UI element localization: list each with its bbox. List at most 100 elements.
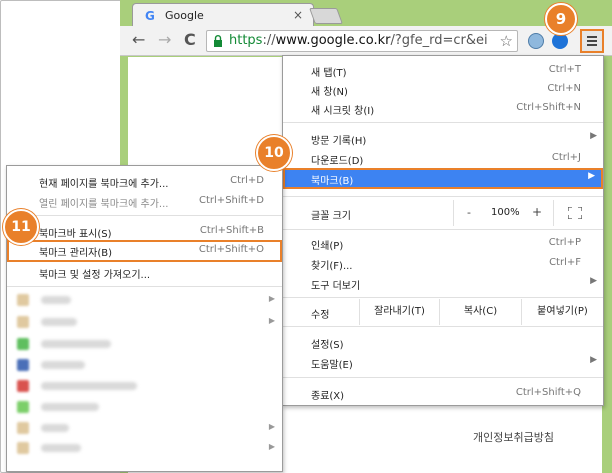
hamburger-line xyxy=(587,40,597,42)
folder-icon xyxy=(17,442,29,454)
hamburger-line xyxy=(587,36,597,38)
menu-item-label: 현재 페이지를 북마크에 추가... xyxy=(39,179,169,190)
site-favicon-icon xyxy=(17,380,29,392)
chrome-menu-button[interactable] xyxy=(580,29,604,53)
menu-item-shortcut: Ctrl+P xyxy=(548,237,581,248)
menu-item-label: 도움말(E) xyxy=(311,360,353,371)
blurred-text xyxy=(41,361,85,369)
menu-item-show-bookmark-bar[interactable]: 북마크바 표시(S) Ctrl+Shift+B xyxy=(7,221,282,241)
menu-divider xyxy=(553,200,554,226)
submenu-arrow-icon: ▶ xyxy=(268,422,275,431)
menu-item-import-bookmarks[interactable]: 북마크 및 설정 가져오기... xyxy=(7,262,282,282)
reload-icon[interactable]: C xyxy=(184,32,196,48)
menu-item-shortcut: Ctrl+F xyxy=(549,257,581,268)
menu-item-shortcut: Ctrl+Shift+N xyxy=(516,102,581,113)
edit-label: 수정 xyxy=(311,310,330,321)
menu-item-label: 찾기(F)... xyxy=(311,261,353,272)
menu-item-help[interactable]: 도움말(E) ▶ xyxy=(283,352,603,372)
forward-arrow-icon[interactable]: → xyxy=(158,32,171,48)
menu-separator xyxy=(283,196,603,197)
copy-button[interactable]: 복사(C) xyxy=(439,299,521,325)
back-arrow-icon[interactable]: ← xyxy=(132,32,145,48)
menu-item-settings[interactable]: 설정(S) xyxy=(283,332,603,352)
menu-item-print[interactable]: 인쇄(P) Ctrl+P xyxy=(283,233,603,253)
zoom-out-button[interactable]: - xyxy=(467,206,471,219)
blurred-bookmark-item[interactable]: ▶ xyxy=(13,442,275,454)
blurred-text xyxy=(41,403,99,411)
url-separator: :// xyxy=(262,33,276,48)
menu-separator xyxy=(283,122,603,123)
url-path: /?gfe_rd=cr&ei xyxy=(390,33,488,48)
menu-item-bookmarks[interactable]: 북마크(B) ▶ xyxy=(283,168,603,189)
blurred-bookmark-item[interactable] xyxy=(13,359,275,371)
menu-item-label: 종료(X) xyxy=(311,391,345,402)
menu-item-exit[interactable]: 종료(X) Ctrl+Shift+Q xyxy=(283,383,603,403)
blurred-text xyxy=(41,296,71,304)
menu-item-new-window[interactable]: 새 창(N) Ctrl+N xyxy=(283,79,603,99)
blurred-bookmark-item[interactable] xyxy=(13,338,275,350)
submenu-arrow-icon: ▶ xyxy=(590,131,597,141)
menu-item-bookmark-manager[interactable]: 북마크 관리자(B) Ctrl+Shift+O xyxy=(7,240,282,262)
menu-separator xyxy=(283,297,603,298)
chrome-menu: 새 탭(T) Ctrl+T 새 창(N) Ctrl+N 새 시크릿 창(I) C… xyxy=(282,55,604,406)
step-9-badge: 9 xyxy=(545,3,577,35)
menu-item-bookmark-open-pages[interactable]: 열린 페이지를 북마크에 추가... Ctrl+Shift+D xyxy=(7,191,282,211)
submenu-arrow-icon: ▶ xyxy=(590,355,597,365)
site-favicon-icon xyxy=(17,338,29,350)
paste-button[interactable]: 붙여넣기(P) xyxy=(521,299,603,325)
close-tab-icon[interactable]: × xyxy=(293,8,303,22)
blurred-bookmark-item[interactable]: ▶ xyxy=(13,294,275,306)
download-extension-icon[interactable] xyxy=(552,33,568,49)
menu-item-history[interactable]: 방문 기록(H) ▶ xyxy=(283,128,603,148)
blurred-bookmark-item[interactable]: ▶ xyxy=(13,422,275,434)
blurred-text xyxy=(41,340,111,348)
zoom-level: 100% xyxy=(491,207,520,218)
zoom-in-button[interactable]: + xyxy=(532,205,542,219)
blurred-bookmark-item[interactable]: ▶ xyxy=(13,316,275,328)
url-scheme: https xyxy=(229,33,263,48)
menu-item-label: 북마크(B) xyxy=(311,176,354,187)
menu-item-bookmark-page[interactable]: 현재 페이지를 북마크에 추가... Ctrl+D xyxy=(7,171,282,191)
menu-item-shortcut: Ctrl+J xyxy=(551,152,581,163)
menu-item-more-tools[interactable]: 도구 더보기 ▶ xyxy=(283,273,603,293)
menu-separator xyxy=(7,286,282,287)
menu-item-label: 다운로드(D) xyxy=(311,156,364,167)
menu-item-label: 새 창(N) xyxy=(311,87,348,98)
menu-item-shortcut: Ctrl+N xyxy=(547,83,581,94)
blurred-text xyxy=(41,424,69,432)
blurred-bookmark-item[interactable] xyxy=(13,401,275,413)
site-favicon-icon xyxy=(17,359,29,371)
extension-icon[interactable] xyxy=(528,33,544,49)
menu-item-label: 인쇄(P) xyxy=(311,241,344,252)
blurred-bookmark-item[interactable] xyxy=(13,380,275,392)
blurred-text xyxy=(41,382,137,390)
menu-item-label: 새 탭(T) xyxy=(311,68,347,79)
new-tab-button[interactable] xyxy=(309,8,343,24)
cut-button[interactable]: 잘라내기(T) xyxy=(359,299,439,325)
menu-item-downloads[interactable]: 다운로드(D) Ctrl+J xyxy=(283,148,603,168)
url-host: www.google.co.kr xyxy=(275,33,391,48)
menu-item-find[interactable]: 찾기(F)... Ctrl+F xyxy=(283,253,603,273)
menu-divider xyxy=(453,200,454,226)
menu-item-shortcut: Ctrl+D xyxy=(230,175,264,186)
tab-google[interactable]: G Google × xyxy=(132,3,314,26)
menu-item-label: 설정(S) xyxy=(311,340,344,351)
menu-item-label: 북마크 및 설정 가져오기... xyxy=(39,270,151,281)
step-10-badge: 10 xyxy=(256,135,292,171)
fullscreen-icon[interactable] xyxy=(568,207,582,219)
menu-item-incognito[interactable]: 새 시크릿 창(I) Ctrl+Shift+N xyxy=(283,98,603,118)
privacy-link[interactable]: 개인정보취급방침 xyxy=(473,429,554,445)
toolbar: ← → C https://www.google.co.kr/?gfe_rd=c… xyxy=(120,26,612,56)
address-bar[interactable]: https://www.google.co.kr/?gfe_rd=cr&ei ☆ xyxy=(206,30,518,52)
submenu-arrow-icon: ▶ xyxy=(588,171,595,181)
menu-item-new-tab[interactable]: 새 탭(T) Ctrl+T xyxy=(283,60,603,80)
bookmark-star-icon[interactable]: ☆ xyxy=(500,32,513,50)
tab-strip: G Google × xyxy=(120,0,612,26)
menu-item-label: 열린 페이지를 북마크에 추가... xyxy=(39,199,169,210)
folder-icon xyxy=(17,316,29,328)
menu-item-label: 북마크바 표시(S) xyxy=(39,229,112,240)
menu-item-shortcut: Ctrl+Shift+D xyxy=(199,195,264,206)
bookmarks-submenu: 현재 페이지를 북마크에 추가... Ctrl+D 열린 페이지를 북마크에 추… xyxy=(6,165,283,472)
edit-row: 수정 잘라내기(T) 복사(C) 붙여넣기(P) xyxy=(283,299,603,325)
zoom-row: 글꼴 크기 - 100% + xyxy=(283,200,603,226)
